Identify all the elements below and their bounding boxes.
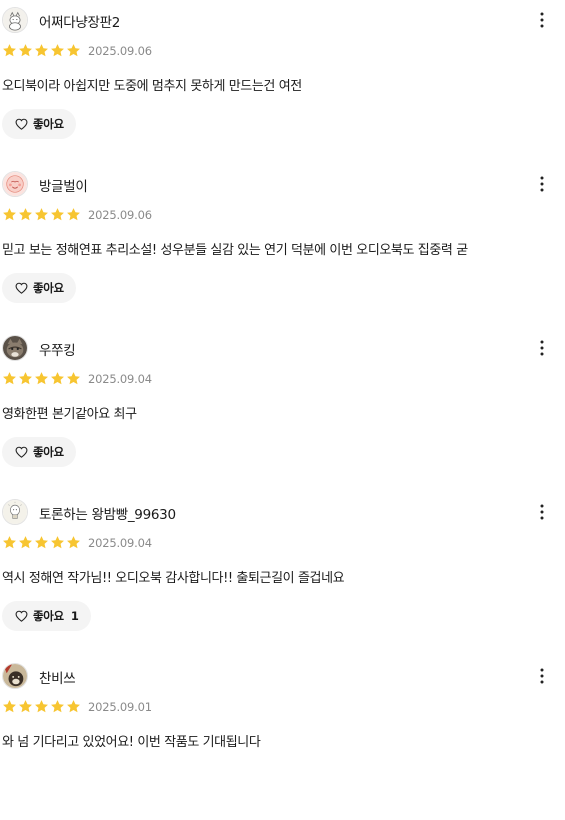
bulb-sketch-avatar-icon	[3, 500, 27, 524]
star-icon	[67, 536, 80, 549]
review-text: 역시 정해연 작가님!! 오디오북 감사합니다!! 출퇴근길이 즐겁네요	[2, 571, 345, 586]
star-icon	[3, 536, 16, 549]
avatar[interactable]	[2, 663, 28, 689]
like-label: 좋아요	[33, 117, 64, 131]
star-rating	[2, 207, 81, 223]
star-icon	[19, 700, 32, 713]
review-item: 방글벌이 2025.09.06 믿고 보는 정해연표 추리소설! 성우분들 실감…	[0, 164, 565, 328]
star-icon	[51, 208, 64, 221]
review-item: 토론하는 왕밤빵_99630 2025.09.04 역시 정해연 작가님!! 오…	[0, 492, 565, 656]
more-vertical-icon	[540, 668, 544, 684]
like-label: 좋아요	[33, 609, 64, 623]
like-label: 좋아요	[33, 445, 64, 459]
like-count: 1	[70, 609, 79, 623]
more-options-button[interactable]	[532, 664, 552, 688]
cat-photo-avatar-icon	[3, 336, 27, 360]
star-rating	[2, 535, 81, 551]
heart-outline-icon	[15, 118, 28, 130]
star-rating	[2, 43, 81, 59]
review-date: 2025.09.04	[88, 372, 152, 386]
cat-sketch-avatar-icon	[3, 8, 27, 32]
more-vertical-icon	[540, 340, 544, 356]
star-icon	[67, 208, 80, 221]
more-vertical-icon	[540, 176, 544, 192]
review-text: 와 넘 기다리고 있었어요! 이번 작품도 기대됩니다	[2, 735, 261, 750]
pink-face-avatar-icon	[3, 172, 27, 196]
review-date: 2025.09.06	[88, 208, 152, 222]
more-options-button[interactable]	[532, 336, 552, 360]
review-item: 우쭈킹 2025.09.04 영화한편 본기같아요 최구 좋아요	[0, 328, 565, 492]
reviewer-name: 찬비쓰	[39, 671, 76, 687]
star-icon	[3, 208, 16, 221]
avatar[interactable]	[2, 499, 28, 525]
review-text: 믿고 보는 정해연표 추리소설! 성우분들 실감 있는 연기 덕분에 이번 오디…	[2, 243, 468, 258]
star-icon	[67, 372, 80, 385]
heart-outline-icon	[15, 610, 28, 622]
review-item: 어쩌다냥장판2 2025.09.06 오디북이라 아쉽지만 도중에 멈추지 못하…	[0, 0, 565, 164]
reviewer-name: 토론하는 왕밤빵_99630	[39, 507, 176, 523]
review-item: 찬비쓰 2025.09.01 와 넘 기다리고 있었어요! 이번 작품도 기대됩…	[0, 656, 565, 820]
star-icon	[35, 208, 48, 221]
star-icon	[3, 44, 16, 57]
review-text: 오디북이라 아쉽지만 도중에 멈추지 못하게 만드는건 여전	[2, 79, 302, 94]
like-button[interactable]: 좋아요	[2, 273, 76, 303]
star-icon	[67, 700, 80, 713]
star-icon	[19, 44, 32, 57]
star-icon	[51, 44, 64, 57]
star-icon	[51, 372, 64, 385]
avatar[interactable]	[2, 7, 28, 33]
more-vertical-icon	[540, 12, 544, 28]
dog-photo-avatar-icon	[3, 664, 27, 688]
star-icon	[35, 700, 48, 713]
avatar[interactable]	[2, 335, 28, 361]
reviewer-name: 방글벌이	[39, 179, 88, 195]
like-button[interactable]: 좋아요 1	[2, 601, 91, 631]
reviewer-name: 우쭈킹	[39, 343, 76, 359]
more-options-button[interactable]	[532, 8, 552, 32]
like-label: 좋아요	[33, 281, 64, 295]
star-icon	[35, 536, 48, 549]
review-text: 영화한편 본기같아요 최구	[2, 407, 137, 422]
star-rating	[2, 371, 81, 387]
like-button[interactable]: 좋아요	[2, 109, 76, 139]
star-icon	[51, 536, 64, 549]
star-icon	[19, 208, 32, 221]
star-icon	[19, 536, 32, 549]
more-vertical-icon	[540, 504, 544, 520]
star-icon	[3, 372, 16, 385]
review-date: 2025.09.06	[88, 44, 152, 58]
star-rating	[2, 699, 81, 715]
reviewer-name: 어쩌다냥장판2	[39, 15, 121, 31]
more-options-button[interactable]	[532, 500, 552, 524]
avatar[interactable]	[2, 171, 28, 197]
more-options-button[interactable]	[532, 172, 552, 196]
heart-outline-icon	[15, 282, 28, 294]
review-list: 어쩌다냥장판2 2025.09.06 오디북이라 아쉽지만 도중에 멈추지 못하…	[0, 0, 565, 820]
star-icon	[51, 700, 64, 713]
review-date: 2025.09.01	[88, 700, 152, 714]
review-date: 2025.09.04	[88, 536, 152, 550]
heart-outline-icon	[15, 446, 28, 458]
star-icon	[35, 372, 48, 385]
star-icon	[3, 700, 16, 713]
star-icon	[67, 44, 80, 57]
like-button[interactable]: 좋아요	[2, 437, 76, 467]
star-icon	[19, 372, 32, 385]
star-icon	[35, 44, 48, 57]
